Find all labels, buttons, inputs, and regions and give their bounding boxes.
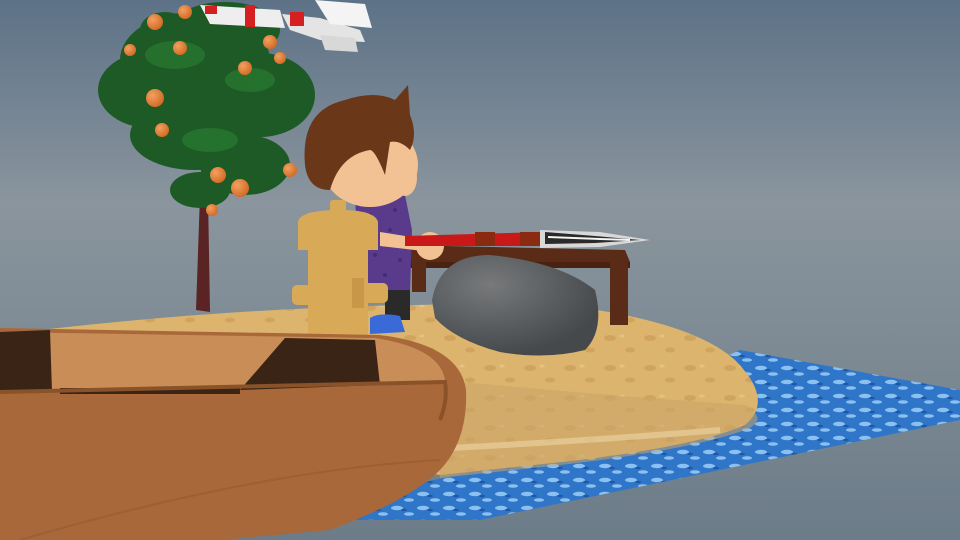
orange-fruit: [238, 61, 252, 75]
orange-fruit: [274, 52, 286, 64]
shoe: [370, 314, 405, 334]
orange-fruit: [210, 167, 226, 183]
orange-fruit: [147, 14, 163, 30]
orange-fruit: [178, 5, 192, 19]
orange-fruit: [146, 89, 164, 107]
orange-fruit: [206, 204, 218, 216]
island-scene: [0, 0, 960, 540]
orange-fruit: [263, 35, 277, 49]
orange-fruit: [283, 163, 297, 177]
orange-fruit: [124, 44, 136, 56]
orange-fruit: [173, 41, 187, 55]
orange-fruit: [231, 179, 249, 197]
orange-fruit: [155, 123, 169, 137]
